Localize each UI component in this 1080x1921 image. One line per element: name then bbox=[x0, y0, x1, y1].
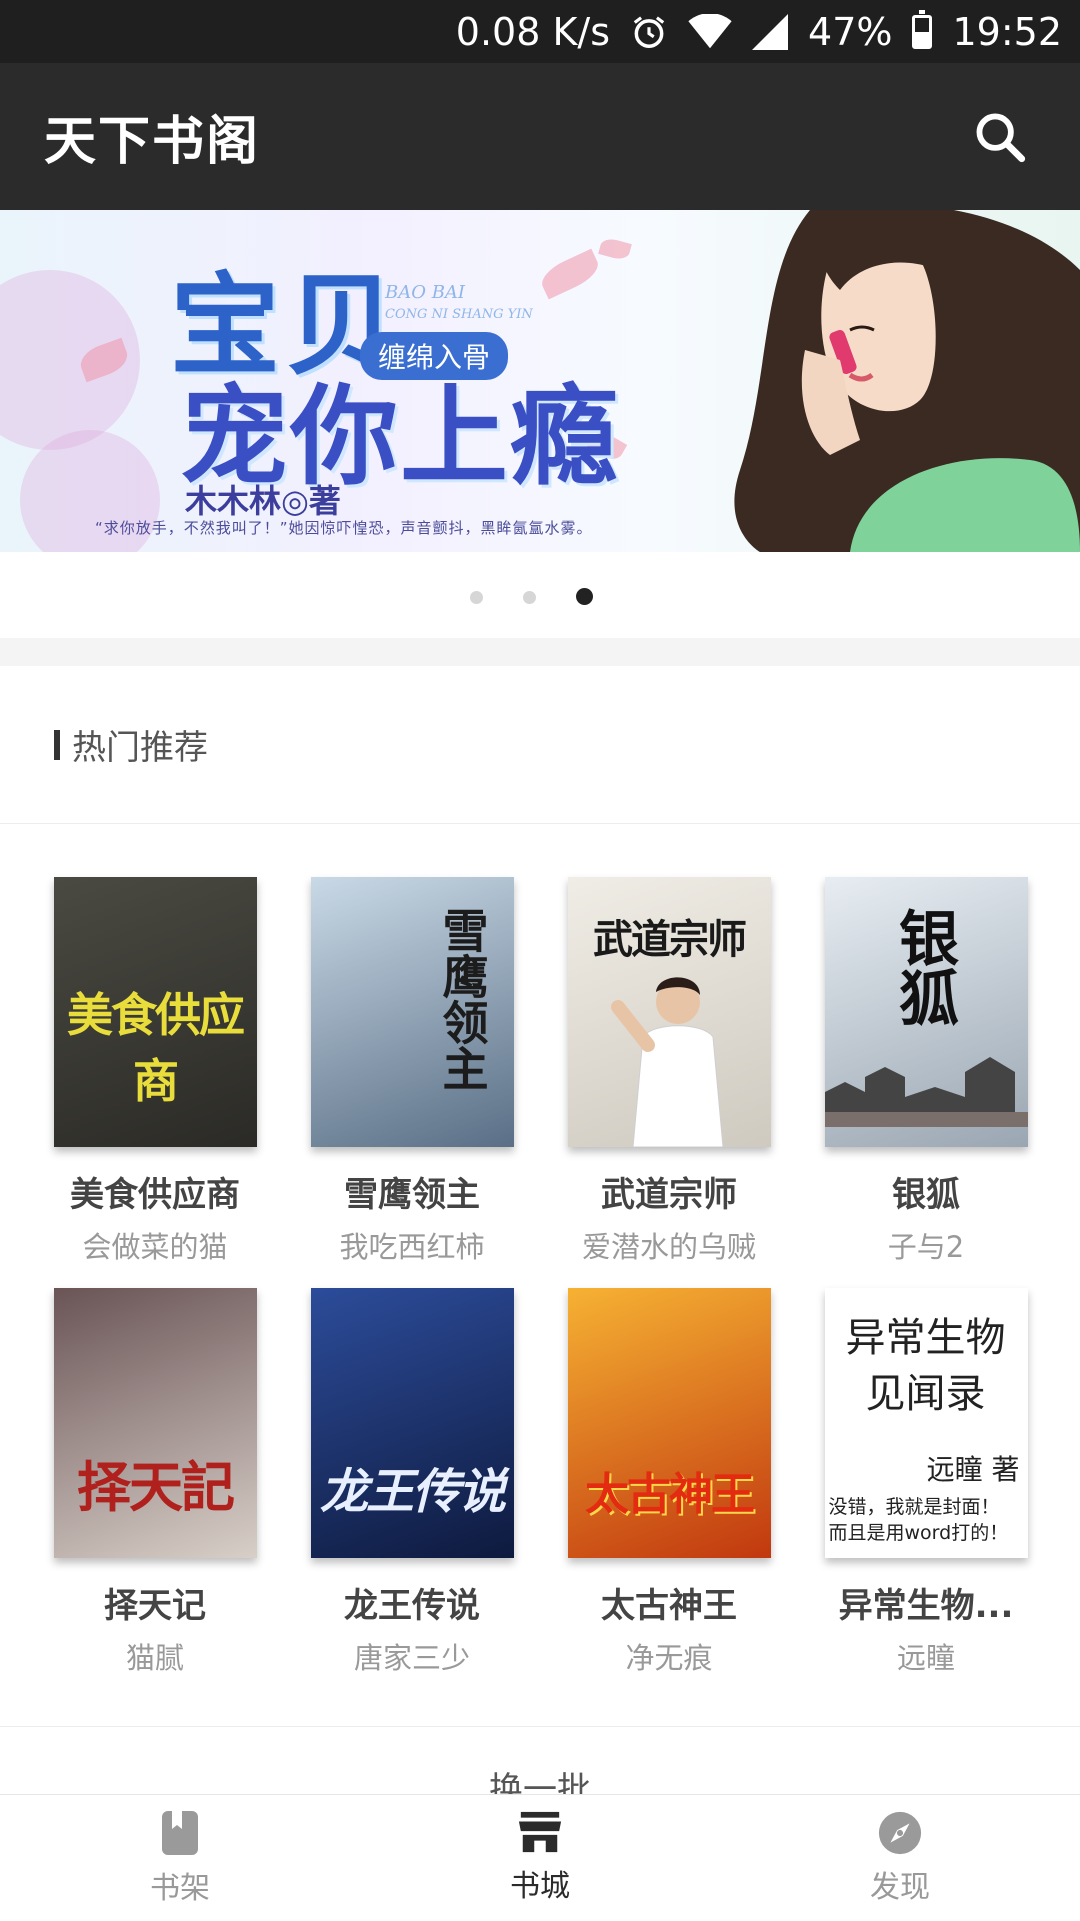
book-title: 异常生物... bbox=[838, 1586, 1014, 1626]
cover-note-line: 而且是用word打的！ bbox=[828, 1522, 1009, 1544]
book-title: 武道宗师 bbox=[601, 1175, 737, 1215]
wifi-icon bbox=[688, 13, 732, 50]
carousel-dot-active[interactable] bbox=[576, 588, 593, 605]
cover-figure bbox=[610, 977, 724, 1147]
book-item[interactable]: 武道宗师 武道宗师 爱潜水的乌贼 bbox=[554, 877, 784, 1266]
book-item[interactable]: 太古神王 太古神王 净无痕 bbox=[554, 1288, 784, 1677]
alarm-icon bbox=[630, 13, 668, 51]
nav-bookstore[interactable]: 书城 bbox=[360, 1795, 720, 1921]
battery-icon bbox=[912, 9, 933, 49]
cover-title: 武道宗师 bbox=[593, 916, 747, 963]
cover-temple bbox=[824, 1057, 1028, 1127]
book-cover: 银狐 bbox=[824, 877, 1028, 1147]
book-icon bbox=[162, 1811, 198, 1855]
cover-note: 没错，我就是封面！ 而且是用word打的！ bbox=[829, 1494, 1009, 1546]
battery-percent: 47% bbox=[808, 9, 893, 54]
carousel-dot[interactable] bbox=[523, 591, 536, 604]
book-title: 太古神王 bbox=[601, 1586, 737, 1626]
book-item[interactable]: 美食供应商 美食供应商 会做菜的猫 bbox=[40, 877, 270, 1266]
section-spacer bbox=[0, 638, 1080, 666]
app-bar: 天下书阁 bbox=[0, 63, 1080, 210]
network-speed: 0.08 K/s bbox=[455, 9, 611, 54]
bottom-nav: 书架 书城 发现 bbox=[0, 1794, 1080, 1921]
nav-label: 书城 bbox=[510, 1869, 570, 1904]
book-item[interactable]: 银狐 银狐 子与2 bbox=[811, 877, 1041, 1266]
search-icon bbox=[976, 113, 1026, 162]
cover-title: 择天記 bbox=[77, 1455, 235, 1519]
store-icon bbox=[518, 1811, 562, 1853]
book-author: 唐家三少 bbox=[353, 1641, 470, 1675]
book-title: 龙王传说 bbox=[344, 1586, 480, 1626]
book-item[interactable]: 龙王传说 龙王传说 唐家三少 bbox=[297, 1288, 527, 1677]
book-author: 远瞳 bbox=[896, 1641, 955, 1675]
section-title: 热门推荐 bbox=[72, 728, 208, 768]
book-cover: 异常生物见闻录 远瞳 著 没错，我就是封面！ 而且是用word打的！ bbox=[824, 1288, 1028, 1558]
carousel-indicator bbox=[470, 588, 593, 605]
nav-bookshelf[interactable]: 书架 bbox=[0, 1795, 360, 1921]
signal-icon bbox=[752, 13, 789, 50]
status-bar: 0.08 K/s 47% 19:52 bbox=[0, 0, 1080, 63]
section-marker bbox=[54, 729, 60, 760]
banner-carousel[interactable]: 宝贝 BAO BAI CONG NI SHANG YIN 缠绵入骨 宠你上瘾 木… bbox=[0, 210, 1080, 552]
book-author: 我吃西红柿 bbox=[339, 1230, 485, 1264]
book-title: 雪鹰领主 bbox=[344, 1175, 480, 1215]
cover-title: 异常生物见闻录 bbox=[845, 1315, 1006, 1417]
book-author: 子与2 bbox=[887, 1230, 965, 1264]
nav-label: 发现 bbox=[870, 1870, 930, 1905]
cover-title: 雪鹰领主 bbox=[435, 907, 490, 1091]
section-header: 热门推荐 bbox=[0, 666, 1080, 824]
cover-author-sign: 远瞳 著 bbox=[926, 1453, 1020, 1486]
banner-pinyin-line2: CONG NI SHANG YIN bbox=[385, 307, 533, 322]
banner-author: 木木林◎著 bbox=[185, 482, 341, 520]
book-cover: 太古神王 bbox=[567, 1288, 771, 1558]
banner-quote: “求你放手，不然我叫了！”她因惊吓惶恐，声音颤抖，黑眸氤氲水雾。 bbox=[95, 519, 593, 537]
cover-title: 银狐 bbox=[888, 907, 959, 1027]
book-item[interactable]: 择天記 择天记 猫腻 bbox=[40, 1288, 270, 1677]
book-title: 择天记 bbox=[104, 1586, 206, 1626]
clock: 19:52 bbox=[952, 9, 1062, 54]
banner-illustration bbox=[734, 210, 1080, 552]
book-title: 美食供应商 bbox=[70, 1175, 240, 1215]
book-author: 净无痕 bbox=[625, 1641, 713, 1675]
book-title: 银狐 bbox=[892, 1175, 960, 1215]
book-cover: 龙王传说 bbox=[310, 1288, 514, 1558]
cover-title: 龙王传说 bbox=[319, 1464, 506, 1520]
book-author: 猫腻 bbox=[125, 1641, 184, 1675]
nav-discover[interactable]: 发现 bbox=[720, 1795, 1080, 1921]
search-button[interactable] bbox=[968, 105, 1032, 169]
book-cover: 美食供应商 bbox=[53, 877, 257, 1147]
app-title: 天下书阁 bbox=[44, 112, 261, 172]
book-item[interactable]: 雪鹰领主 雪鹰领主 我吃西红柿 bbox=[297, 877, 527, 1266]
compass-icon bbox=[878, 1811, 922, 1855]
carousel-dot[interactable] bbox=[470, 591, 483, 604]
book-cover: 雪鹰领主 bbox=[310, 877, 514, 1147]
book-cover: 择天記 bbox=[53, 1288, 257, 1558]
book-item[interactable]: 异常生物见闻录 远瞳 著 没错，我就是封面！ 而且是用word打的！ 异常生物.… bbox=[811, 1288, 1041, 1677]
cover-title: 美食供应商 bbox=[67, 988, 245, 1108]
cover-title: 太古神王 bbox=[585, 1469, 755, 1520]
book-cover: 武道宗师 bbox=[567, 877, 771, 1147]
banner-pinyin: BAO BAI CONG NI SHANG YIN bbox=[385, 282, 533, 326]
divider bbox=[0, 1726, 1080, 1727]
book-author: 爱潜水的乌贼 bbox=[581, 1230, 756, 1264]
book-author: 会做菜的猫 bbox=[82, 1230, 228, 1264]
cover-note-line: 没错，我就是封面！ bbox=[828, 1496, 1000, 1518]
nav-label: 书架 bbox=[150, 1871, 210, 1906]
banner-pinyin-line1: BAO BAI bbox=[385, 282, 466, 303]
